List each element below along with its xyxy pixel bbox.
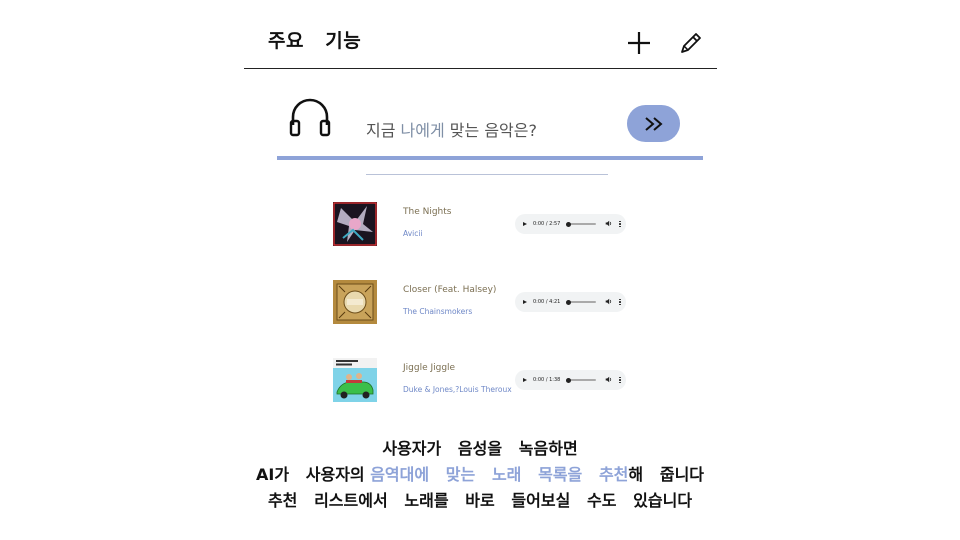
seek-knob[interactable] xyxy=(566,377,572,383)
description-line-2: AI가 사용자의 음역대에 맞는 노래 목록을 추천해 줍니다 xyxy=(0,462,960,488)
pencil-icon[interactable] xyxy=(676,28,706,58)
song-title: Jiggle Jiggle xyxy=(403,363,456,373)
header-actions xyxy=(624,28,706,58)
volume-icon[interactable] xyxy=(605,220,612,229)
audio-time: 0:00 / 4:21 xyxy=(533,299,561,305)
description-line-3: 추천 리스트에서 노래를 바로 들어보실 수도 있습니다 xyxy=(0,488,960,514)
page-title: 주요 기능 xyxy=(268,30,362,52)
double-chevron-right-icon xyxy=(644,116,663,131)
prompt-text-part1: 지금 xyxy=(366,121,401,140)
plus-icon[interactable] xyxy=(624,28,654,58)
headphones-icon xyxy=(288,97,332,139)
volume-icon[interactable] xyxy=(605,376,612,385)
audio-seek-bar[interactable] xyxy=(566,377,597,383)
audio-seek-bar[interactable] xyxy=(566,221,597,227)
more-options-icon[interactable] xyxy=(619,220,621,228)
song-title: Closer (Feat. Halsey) xyxy=(403,285,497,295)
audio-player[interactable]: 0:00 / 4:21 xyxy=(515,292,626,312)
album-cover xyxy=(333,358,377,402)
song-artist: Duke & Jones,?Louis Theroux xyxy=(403,385,512,394)
play-icon[interactable] xyxy=(523,378,527,382)
audio-player[interactable]: 0:00 / 2:57 xyxy=(515,214,626,234)
song-item[interactable]: Closer (Feat. Halsey) The Chainsmokers 0… xyxy=(333,280,633,326)
song-title: The Nights xyxy=(403,207,452,217)
audio-time: 0:00 / 1:38 xyxy=(533,377,561,383)
description-line-3-text: 추천 리스트에서 노래를 바로 들어보실 수도 있습니다 xyxy=(267,491,693,510)
prompt-text-accent: 나에게 xyxy=(400,121,445,140)
seek-knob[interactable] xyxy=(566,221,572,227)
feature-description: 사용자가 음성을 녹음하면 AI가 사용자의 음역대에 맞는 노래 목록을 추천… xyxy=(0,436,960,514)
audio-seek-bar[interactable] xyxy=(566,299,597,305)
audio-player[interactable]: 0:00 / 1:38 xyxy=(515,370,626,390)
prompt-underline xyxy=(277,156,703,160)
play-icon[interactable] xyxy=(523,300,527,304)
song-item[interactable]: The Nights Avicii 0:00 / 2:57 xyxy=(333,202,633,248)
song-artist: The Chainsmokers xyxy=(403,307,473,316)
album-cover xyxy=(333,202,377,246)
volume-icon[interactable] xyxy=(605,298,612,307)
description-line-2-b: 해 줍니다 xyxy=(628,465,705,484)
go-button[interactable] xyxy=(627,105,680,142)
prompt-question: 지금 나에게 맞는 음악은? xyxy=(366,117,537,141)
more-options-icon[interactable] xyxy=(619,298,621,306)
description-line-2-highlight: 음역대에 맞는 노래 목록을 추천 xyxy=(370,465,629,484)
audio-time: 0:00 / 2:57 xyxy=(533,221,561,227)
prompt-text-part2: 맞는 음악은? xyxy=(444,121,537,140)
description-line-1-text: 사용자가 음성을 녹음하면 xyxy=(382,439,578,458)
description-line-2-a: AI가 사용자의 xyxy=(255,465,371,484)
album-cover xyxy=(333,280,377,324)
seek-knob[interactable] xyxy=(566,299,572,305)
play-icon[interactable] xyxy=(523,222,527,226)
song-artist: Avicii xyxy=(403,229,423,238)
song-item[interactable]: Jiggle Jiggle Duke & Jones,?Louis Therou… xyxy=(333,358,633,404)
list-divider xyxy=(366,174,608,175)
header-divider xyxy=(244,68,717,69)
description-line-1: 사용자가 음성을 녹음하면 xyxy=(0,436,960,462)
more-options-icon[interactable] xyxy=(619,376,621,384)
